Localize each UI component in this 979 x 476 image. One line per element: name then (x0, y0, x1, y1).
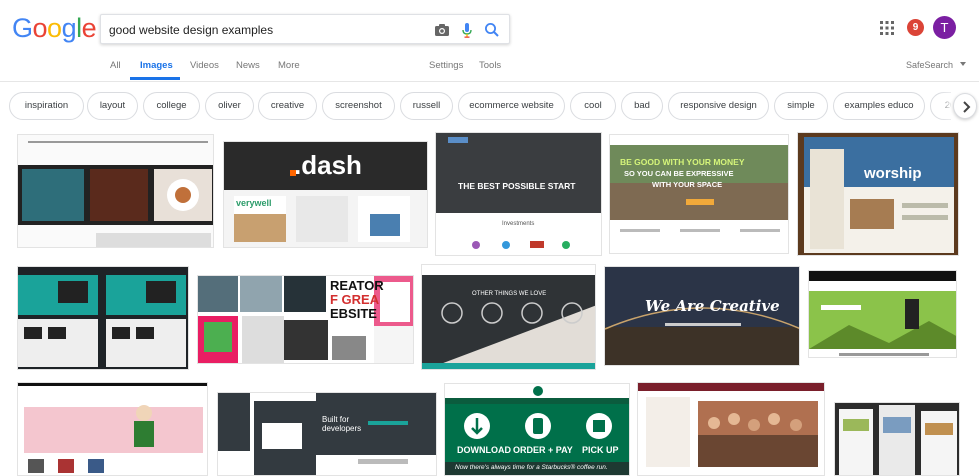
chip-responsive-design[interactable]: responsive design (668, 92, 769, 120)
chips-scroll-area (951, 92, 977, 120)
chevron-down-icon (960, 62, 966, 66)
image-result[interactable]: We Are Creative (604, 266, 800, 366)
thumbnail-line-2: SO YOU CAN BE EXPRESSIVE (624, 169, 734, 178)
tab-more[interactable]: More (278, 60, 300, 71)
camera-icon[interactable] (433, 21, 451, 39)
apps-grid-icon[interactable] (879, 20, 895, 36)
google-images-page: Google good website design examples 9 T … (0, 0, 979, 476)
thumbnail-graphic (436, 133, 601, 249)
search-input[interactable] (109, 22, 409, 38)
chip-college[interactable]: college (143, 92, 200, 120)
google-logo[interactable]: Google (12, 13, 97, 44)
logo-letter: g (61, 13, 77, 43)
image-result[interactable] (17, 382, 208, 476)
notification-badge[interactable]: 9 (907, 19, 924, 36)
thumbnail-title: worship (864, 165, 922, 182)
thumbnail-graphic (224, 170, 427, 247)
thumbnail-graphic (18, 383, 207, 473)
logo-letter: G (12, 13, 33, 43)
thumbnail-label-b: ORDER + PAY (513, 445, 573, 455)
active-tab-indicator (130, 77, 180, 80)
chip-simple[interactable]: simple (774, 92, 828, 120)
tab-tools[interactable]: Tools (479, 60, 501, 71)
logo-letter: o (47, 13, 62, 43)
image-result[interactable]: REATOR F GREA EBSITE (197, 275, 414, 364)
image-result[interactable] (17, 134, 214, 248)
search-icon[interactable] (483, 21, 501, 39)
tab-settings[interactable]: Settings (429, 60, 463, 71)
microphone-icon[interactable] (458, 21, 476, 39)
chip-creative[interactable]: creative (258, 92, 317, 120)
chip-inspiration[interactable]: inspiration (9, 92, 84, 120)
image-result[interactable] (637, 382, 825, 476)
logo-letter: e (81, 13, 97, 43)
thumbnail-line-1: REATOR (330, 278, 384, 293)
tab-images[interactable]: Images (140, 60, 173, 71)
safesearch-menu[interactable]: SafeSearch (906, 60, 953, 70)
thumbnail-title: Built for developers (322, 415, 362, 433)
logo-letter: o (32, 13, 48, 43)
chip-layout[interactable]: layout (87, 92, 138, 120)
image-result[interactable] (834, 402, 960, 476)
thumbnail-graphic (218, 393, 436, 475)
tab-news[interactable]: News (236, 60, 260, 71)
chip-bad[interactable]: bad (621, 92, 663, 120)
thumbnail-graphic (18, 275, 186, 367)
chip-cool[interactable]: cool (570, 92, 616, 120)
chevron-right-icon (963, 101, 971, 113)
thumbnail-graphic (18, 135, 213, 247)
thumbnail-graphic (804, 137, 954, 253)
thumbnail-caption: Investments (502, 221, 535, 227)
image-result[interactable]: worship (797, 132, 959, 256)
image-result[interactable]: THE BEST POSSIBLE START Investments (435, 132, 602, 256)
chip-examples-educo[interactable]: examples educo (833, 92, 925, 120)
chip-ecommerce-website[interactable]: ecommerce website (458, 92, 565, 120)
tab-videos[interactable]: Videos (190, 60, 219, 71)
image-result[interactable]: DOWNLOAD ORDER + PAY PICK UP Now there's… (444, 383, 630, 476)
thumbnail-line-1: BE GOOD WITH YOUR MONEY (620, 157, 745, 167)
tab-all[interactable]: All (110, 60, 121, 71)
thumbnail-caption: OTHER THINGS WE LOVE (472, 291, 547, 297)
image-result[interactable]: OTHER THINGS WE LOVE (421, 264, 596, 370)
search-box (100, 14, 510, 44)
thumbnail-graphic (809, 271, 956, 356)
thumbnail-label-a: DOWNLOAD (457, 445, 511, 455)
image-result[interactable] (17, 266, 189, 370)
thumbnail-graphic (445, 384, 629, 475)
thumbnail-label-c: PICK UP (582, 445, 619, 455)
thumbnail-graphic (638, 383, 824, 467)
image-result[interactable]: Built for developers (217, 392, 437, 476)
related-searches-chips: inspiration layout college oliver creati… (0, 88, 979, 124)
image-result[interactable]: BE GOOD WITH YOUR MONEY SO YOU CAN BE EX… (609, 134, 789, 254)
image-result[interactable]: .dash verywell (223, 141, 428, 248)
thumbnail-line-2: F GREA (330, 292, 380, 307)
chip-russell[interactable]: russell (400, 92, 453, 120)
thumbnail-caption: Now there's always time for a Starbucks®… (455, 464, 608, 471)
chip-screenshot[interactable]: screenshot (322, 92, 395, 120)
thumbnail-graphic (610, 145, 788, 232)
thumbnail-line-3: WITH YOUR SPACE (652, 180, 723, 189)
chip-oliver[interactable]: oliver (205, 92, 254, 120)
thumbnail-graphic (605, 267, 799, 365)
thumbnail-graphic (839, 405, 957, 475)
thumbnail-subtitle: verywell (236, 198, 272, 208)
thumbnail-headline: THE BEST POSSIBLE START (458, 181, 576, 191)
header: Google good website design examples 9 T … (0, 0, 979, 82)
thumbnail-line-3: EBSITE (330, 306, 377, 321)
thumbnail-graphic (422, 265, 595, 369)
chips-next-button[interactable] (953, 93, 977, 119)
thumbnail-title: We Are Creative (645, 297, 780, 315)
image-result[interactable] (808, 270, 957, 358)
avatar[interactable]: T (933, 16, 956, 39)
